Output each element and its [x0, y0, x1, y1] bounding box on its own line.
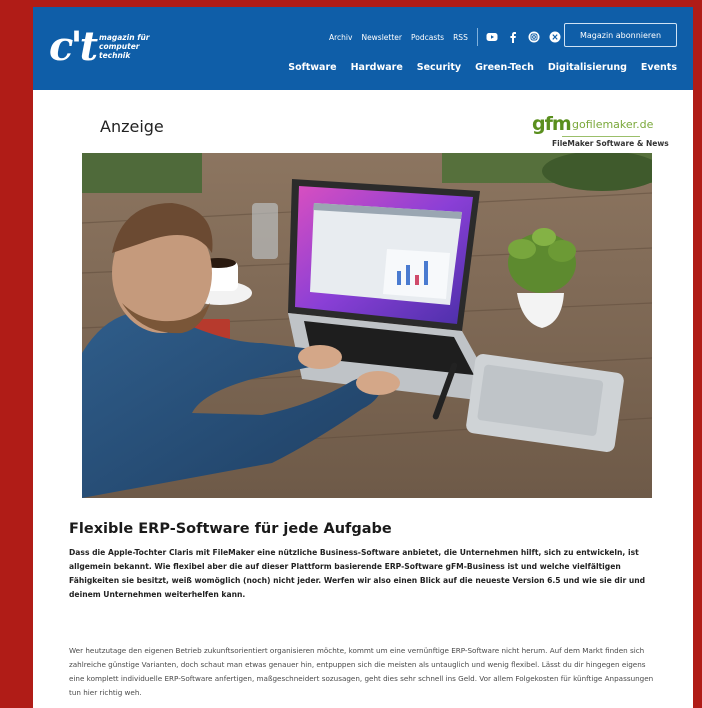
- podcasts-link[interactable]: Podcasts: [411, 33, 444, 42]
- nav-item-green-tech[interactable]: Green-Tech: [475, 62, 534, 73]
- logo-tagline-line: technik: [99, 51, 131, 60]
- facebook-icon[interactable]: [507, 31, 519, 43]
- page: c't magazin für computer technik Archiv …: [33, 7, 693, 708]
- sponsor-domain: gofilemaker.de: [572, 118, 654, 131]
- rss-link[interactable]: RSS: [453, 33, 468, 42]
- archive-link[interactable]: Archiv: [329, 33, 352, 42]
- ad-label: Anzeige: [100, 117, 164, 136]
- logo-tagline-line: magazin für: [99, 33, 150, 42]
- sponsor-rule: [562, 136, 640, 137]
- nav-item-hardware[interactable]: Hardware: [351, 62, 403, 73]
- newsletter-link[interactable]: Newsletter: [361, 33, 402, 42]
- sponsor-brand: gfm: [532, 113, 572, 135]
- person-hand-right: [356, 371, 400, 395]
- youtube-icon[interactable]: [486, 31, 498, 43]
- logo-tagline-line: computer: [99, 42, 140, 51]
- main-nav: Software Hardware Security Green-Tech Di…: [288, 62, 677, 73]
- x-icon[interactable]: [549, 31, 561, 43]
- site-header: c't magazin für computer technik Archiv …: [33, 7, 693, 90]
- nav-item-events[interactable]: Events: [641, 62, 677, 73]
- utility-nav: Archiv Newsletter Podcasts RSS: [329, 28, 570, 46]
- sponsor-logo[interactable]: gfm gofilemaker.de FileMaker Software & …: [532, 113, 669, 149]
- site-logo[interactable]: c't magazin für computer technik: [49, 23, 159, 71]
- sponsor-subline: FileMaker Software & News: [552, 139, 669, 148]
- logo-tagline: magazin für computer technik: [99, 33, 169, 60]
- logo-mark: c't: [49, 23, 98, 70]
- article-body: Wer heutzutage den eigenen Betrieb zukun…: [69, 646, 654, 697]
- article-lead: Dass die Apple-Tochter Claris mit FileMa…: [69, 548, 646, 599]
- nav-item-software[interactable]: Software: [288, 62, 336, 73]
- utility-divider: [476, 28, 478, 46]
- person-hand-left: [298, 345, 342, 369]
- water-glass: [252, 203, 278, 259]
- hero-image: [82, 153, 652, 498]
- article-title: Flexible ERP-Software für jede Aufgabe: [69, 521, 392, 537]
- nav-item-security[interactable]: Security: [417, 62, 461, 73]
- nav-item-digitalisierung[interactable]: Digitalisierung: [548, 62, 627, 73]
- subscribe-button[interactable]: Magazin abonnieren: [564, 23, 677, 47]
- instagram-icon[interactable]: [528, 31, 540, 43]
